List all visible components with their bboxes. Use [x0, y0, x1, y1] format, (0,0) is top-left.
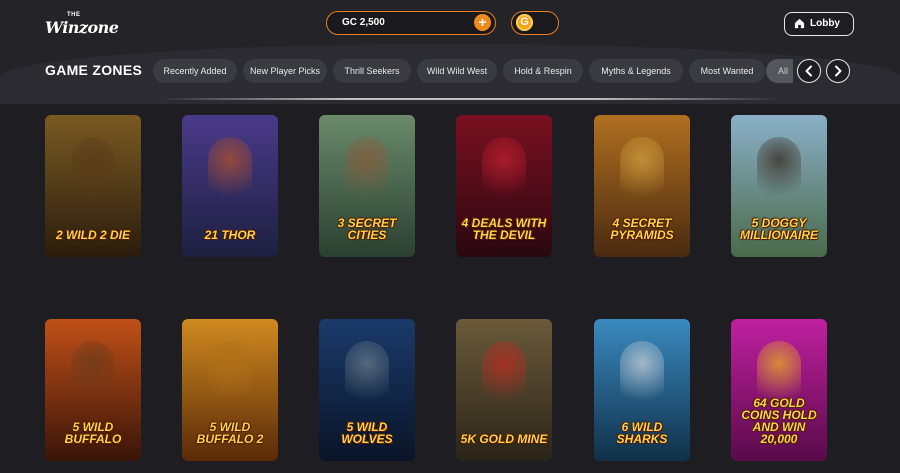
- game-art: [208, 137, 252, 201]
- logo-name-text: Winzone: [45, 18, 119, 37]
- game-title: 64 GOLD COINS HOLD AND WIN 20,000: [741, 396, 817, 446]
- chip-all[interactable]: All: [766, 59, 793, 83]
- game-art: [71, 341, 115, 405]
- chip-recently-added[interactable]: Recently Added: [153, 59, 237, 83]
- game-title: 4 DEALS WITH THE DEVIL: [461, 216, 547, 242]
- coin-type-toggle[interactable]: G: [511, 11, 559, 35]
- lobby-button[interactable]: Lobby: [784, 12, 854, 36]
- chevron-left-icon: [805, 65, 812, 77]
- game-title: 6 WILD SHARKS: [616, 420, 668, 446]
- chip-wild-wild-west[interactable]: Wild Wild West: [417, 59, 497, 83]
- game-title: 5 DOGGY MILLIONAIRE: [740, 216, 818, 242]
- game-tile[interactable]: 5 DOGGY MILLIONAIRE: [731, 115, 827, 257]
- game-zones-title: GAME ZONES: [45, 62, 143, 78]
- game-art: [208, 341, 252, 405]
- zone-chip-list: Recently Added New Player Picks Thrill S…: [153, 59, 793, 83]
- game-tile[interactable]: 5 WILD BUFFALO 2: [182, 319, 278, 461]
- chip-new-player-picks[interactable]: New Player Picks: [243, 59, 327, 83]
- game-tile[interactable]: 4 SECRET PYRAMIDS: [594, 115, 690, 257]
- chip-most-wanted[interactable]: Most Wanted: [689, 59, 765, 83]
- game-art: [345, 137, 389, 201]
- scroll-left-button[interactable]: [797, 59, 821, 83]
- chip-hold-respin[interactable]: Hold & Respin: [503, 59, 583, 83]
- game-title: 21 THOR: [204, 228, 256, 242]
- game-title: 2 WILD 2 DIE: [55, 228, 130, 242]
- game-title: 5K GOLD MINE: [460, 432, 548, 446]
- game-title: 4 SECRET PYRAMIDS: [610, 216, 674, 242]
- game-tile[interactable]: 64 GOLD COINS HOLD AND WIN 20,000: [731, 319, 827, 461]
- game-tile[interactable]: 4 DEALS WITH THE DEVIL: [456, 115, 552, 257]
- chevron-right-icon: [835, 65, 842, 77]
- gold-coin-icon: G: [516, 14, 533, 31]
- game-art: [345, 341, 389, 405]
- game-art: [482, 341, 526, 405]
- zone-divider: [160, 98, 780, 100]
- game-title: 3 SECRET CITIES: [337, 216, 397, 242]
- game-tile[interactable]: 6 WILD SHARKS: [594, 319, 690, 461]
- gold-coin-balance: GC 2,500: [342, 17, 385, 28]
- game-title: 5 WILD BUFFALO 2: [196, 420, 264, 446]
- chip-myths-legends[interactable]: Myths & Legends: [589, 59, 683, 83]
- game-art: [757, 137, 801, 201]
- game-art: [620, 341, 664, 405]
- chip-thrill-seekers[interactable]: Thrill Seekers: [333, 59, 411, 83]
- game-tile[interactable]: 5K GOLD MINE: [456, 319, 552, 461]
- game-tile[interactable]: 2 WILD 2 DIE: [45, 115, 141, 257]
- balance-pill[interactable]: GC 2,500 +: [326, 11, 496, 35]
- scroll-right-button[interactable]: [826, 59, 850, 83]
- game-title: 5 WILD BUFFALO: [64, 420, 122, 446]
- home-icon: [794, 18, 805, 29]
- game-art: [620, 137, 664, 201]
- game-art: [482, 137, 526, 201]
- winzone-logo[interactable]: THE Winzone: [45, 12, 119, 38]
- game-tile[interactable]: 3 SECRET CITIES: [319, 115, 415, 257]
- game-tile[interactable]: 5 WILD WOLVES: [319, 319, 415, 461]
- add-coins-button[interactable]: +: [474, 14, 491, 31]
- lobby-label: Lobby: [810, 18, 840, 29]
- game-title: 5 WILD WOLVES: [341, 420, 393, 446]
- game-tile[interactable]: 5 WILD BUFFALO: [45, 319, 141, 461]
- game-tile[interactable]: 21 THOR: [182, 115, 278, 257]
- game-art: [71, 137, 115, 201]
